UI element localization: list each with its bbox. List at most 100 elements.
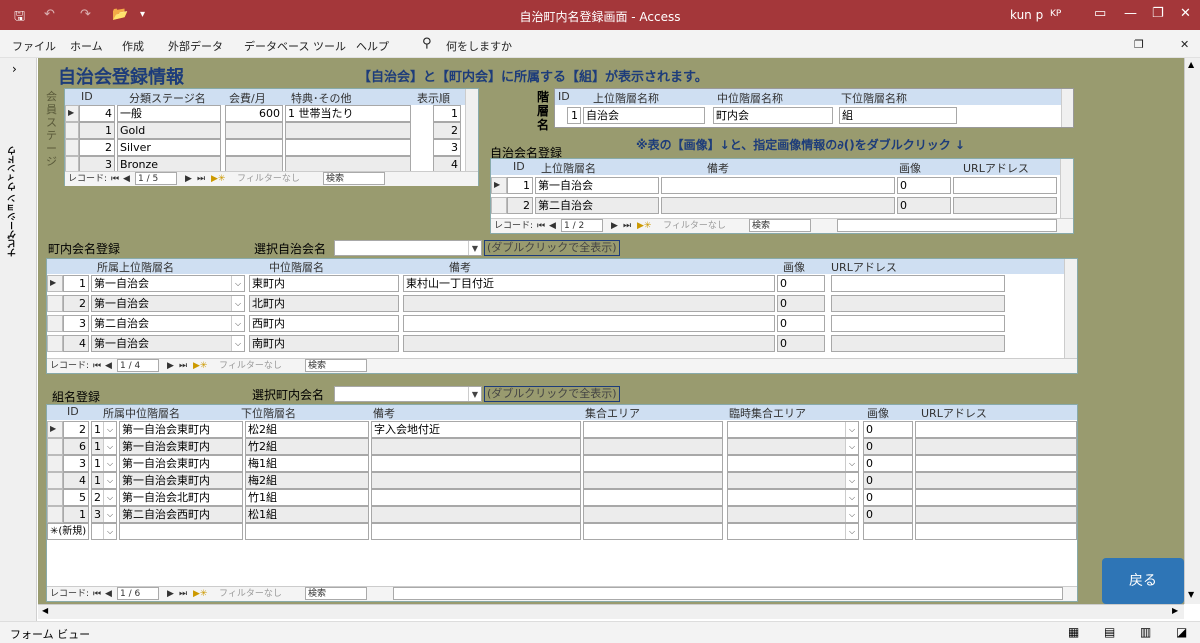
table-cell[interactable]: Gold [117, 122, 221, 139]
first-record-icon[interactable]: ⏮ [93, 587, 101, 601]
design-view-icon[interactable]: ◪ [1176, 625, 1187, 639]
row-selector[interactable] [47, 335, 63, 352]
subform-horizontal-scrollbar[interactable] [393, 587, 1063, 600]
table-cell[interactable] [583, 421, 723, 438]
form-horizontal-scrollbar[interactable]: ◀ ▶ [38, 604, 1184, 619]
table-cell[interactable]: 一般 [117, 105, 221, 122]
table-cell[interactable]: 1 [79, 122, 115, 139]
subform-vertical-scrollbar[interactable] [1060, 159, 1073, 218]
menu-external-data[interactable]: 外部データ [168, 38, 223, 54]
row-selector[interactable] [491, 197, 507, 214]
chevron-down-icon[interactable]: ⌵ [845, 490, 858, 505]
table-cell[interactable]: 第一自治会 ⌵ [91, 275, 245, 292]
table-cell[interactable]: 3 ⌵ [91, 506, 117, 523]
chevron-down-icon[interactable]: ⌵ [231, 296, 244, 311]
row-selector[interactable] [47, 315, 63, 332]
close-document-icon[interactable]: ✕ [1180, 38, 1189, 51]
subform-vertical-scrollbar[interactable] [1061, 89, 1073, 127]
kumi-show-all-button[interactable]: (ダブルクリックで全表示) [484, 386, 620, 402]
chevron-down-icon[interactable]: ▼ [468, 241, 481, 255]
table-cell[interactable]: 6 [63, 438, 89, 455]
menu-home[interactable]: ホーム [70, 38, 103, 54]
chounai-select-dropdown[interactable]: ▼ [334, 240, 482, 256]
record-search-input[interactable]: 検索 [305, 359, 367, 372]
table-cell[interactable] [285, 122, 411, 139]
back-button[interactable]: 戻る [1102, 558, 1184, 604]
table-cell[interactable]: 1 ⌵ [91, 472, 117, 489]
chevron-down-icon[interactable]: ⌵ [103, 456, 116, 471]
prev-record-icon[interactable]: ◀ [549, 219, 556, 233]
table-cell[interactable] [583, 489, 723, 506]
table-cell[interactable]: 0 [863, 489, 913, 506]
table-cell[interactable]: 3 [63, 455, 89, 472]
restore-window-icon[interactable]: ❐ [1134, 38, 1144, 51]
record-search-input[interactable]: 検索 [749, 219, 811, 232]
table-cell[interactable]: 2 [433, 122, 461, 139]
table-cell[interactable] [583, 438, 723, 455]
chevron-down-icon[interactable]: ⌵ [845, 422, 858, 437]
table-cell[interactable]: 0 [863, 506, 913, 523]
table-cell[interactable] [915, 455, 1077, 472]
table-cell[interactable]: 西町内 [249, 315, 399, 332]
table-cell[interactable] [403, 295, 775, 312]
table-cell[interactable]: ⌵ [727, 523, 859, 540]
table-cell[interactable]: 0 [897, 197, 951, 214]
table-cell[interactable] [915, 421, 1077, 438]
table-cell[interactable]: 2 [63, 421, 89, 438]
row-selector[interactable] [47, 489, 63, 506]
table-cell[interactable]: ⌵ [727, 438, 859, 455]
new-record-icon[interactable]: ▶✳ [637, 219, 651, 233]
table-cell[interactable] [831, 275, 1005, 292]
table-cell[interactable]: 第一自治会東町内 [119, 438, 243, 455]
table-cell[interactable]: 梅2組 [245, 472, 369, 489]
first-record-icon[interactable]: ⏮ [111, 172, 119, 186]
table-cell[interactable]: 2 [79, 139, 115, 156]
table-cell[interactable] [225, 139, 283, 156]
table-cell[interactable]: 第二自治会西町内 [119, 506, 243, 523]
chevron-down-icon[interactable]: ⌵ [231, 336, 244, 351]
table-cell[interactable]: 1 [63, 275, 89, 292]
table-cell[interactable]: 東町内 [249, 275, 399, 292]
table-cell[interactable]: 竹1組 [245, 489, 369, 506]
chevron-down-icon[interactable]: ⌵ [231, 276, 244, 291]
table-cell[interactable]: ⌵ [727, 421, 859, 438]
chounai-show-all-button[interactable]: (ダブルクリックで全表示) [484, 240, 620, 256]
table-cell[interactable]: 第一自治会 [535, 177, 659, 194]
navigation-pane-label[interactable]: ナビゲーション ウィンドウ [6, 146, 19, 257]
row-selector[interactable] [47, 438, 63, 455]
table-cell[interactable]: Silver [117, 139, 221, 156]
table-cell[interactable]: 4 [63, 472, 89, 489]
table-cell[interactable]: 南町内 [249, 335, 399, 352]
scroll-up-icon[interactable]: ▲ [1188, 60, 1194, 69]
ribbon-display-icon[interactable]: ▭ [1094, 6, 1106, 21]
table-cell[interactable]: 1 [63, 506, 89, 523]
table-cell[interactable] [583, 523, 723, 540]
table-cell[interactable] [119, 523, 243, 540]
table-cell[interactable]: 字入会地付近 [371, 421, 581, 438]
table-cell[interactable]: 東村山一丁目付近 [403, 275, 775, 292]
prev-record-icon[interactable]: ◀ [105, 359, 112, 373]
table-cell[interactable]: 1 [433, 105, 461, 122]
table-cell[interactable] [371, 438, 581, 455]
record-position-input[interactable]: 1 / 4 [117, 359, 159, 372]
chevron-down-icon[interactable]: ⌵ [845, 507, 858, 522]
table-cell[interactable] [371, 523, 581, 540]
new-record-icon[interactable]: ▶✳ [211, 172, 225, 186]
table-cell[interactable] [863, 523, 913, 540]
table-cell[interactable]: 1 ⌵ [91, 455, 117, 472]
new-record-row[interactable]: ✳(新規) [47, 523, 89, 540]
chevron-down-icon[interactable]: ⌵ [103, 524, 116, 539]
hierarchy-id-field[interactable]: 1 [567, 107, 581, 124]
table-cell[interactable]: 3 [433, 139, 461, 156]
table-cell[interactable]: 0 [863, 438, 913, 455]
prev-record-icon[interactable]: ◀ [105, 587, 112, 601]
table-cell[interactable]: 第一自治会 ⌵ [91, 295, 245, 312]
table-cell[interactable]: ⌵ [91, 523, 117, 540]
table-cell[interactable]: 松1組 [245, 506, 369, 523]
expand-nav-icon[interactable]: › [12, 62, 17, 76]
table-cell[interactable]: 4 [79, 105, 115, 122]
row-selector[interactable] [47, 506, 63, 523]
row-selector[interactable] [47, 421, 63, 438]
filter-button[interactable]: フィルターなし [663, 219, 726, 233]
table-cell[interactable]: 0 [777, 275, 825, 292]
